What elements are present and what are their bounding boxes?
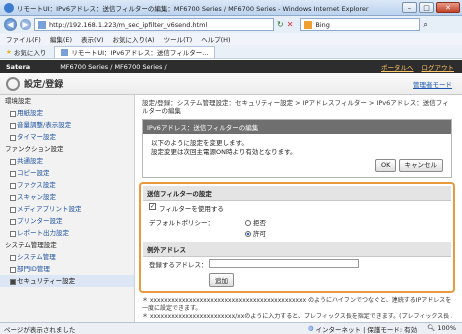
edit-box: IPv6アドレス：送信フィルターの編集 以下のように設定を変更します。 設定変更… — [142, 119, 452, 178]
forward-button[interactable]: ▶ — [20, 19, 31, 30]
zone-status[interactable]: インターネット | 保護モード: 有効 — [316, 324, 418, 334]
note-prefix: ＊ xxxxxxxxxxxxxxxxxxxxxxxx/xxのように入力すると、プ… — [142, 313, 452, 320]
sidebar-item-common[interactable]: 共通設定 — [0, 155, 134, 167]
sidebar: 環境設定 用紙設定 音量調整/表示設定 タイマー設定 ファンクション設定 共通設… — [0, 95, 135, 334]
policy-allow-option[interactable]: 許可 — [245, 228, 266, 238]
address-bar: ◀ ▶ http://192.168.1.223/m_sec_ipfilter_… — [0, 16, 462, 33]
exception-address-header: 例外アドレス — [143, 242, 451, 257]
edit-box-header: IPv6アドレス：送信フィルターの編集 — [143, 120, 451, 134]
menu-view[interactable]: 表示(V) — [81, 34, 104, 44]
refresh-icon[interactable]: ↻ — [277, 20, 284, 29]
product-name: MF6700 Series / MF6700 Series / — [60, 62, 167, 71]
note-range: ＊ xxxxxxxxxxxxxxxxxxxxxxxxxxxxxxxxxxxxxx… — [142, 297, 452, 312]
sidebar-item-volume-display[interactable]: 音量調整/表示設定 — [0, 119, 134, 131]
maximize-button[interactable]: □ — [419, 2, 434, 13]
page-title: 設定/登録 — [24, 80, 64, 90]
search-engine-label: Bing — [315, 20, 330, 29]
page-header: 設定/登録 管理者モード — [0, 73, 462, 95]
favorites-bar: ★ お気に入り リモートUI：IPv6アドレス：送信フィルター... — [0, 45, 462, 59]
menu-tools[interactable]: ツール(T) — [164, 34, 193, 44]
default-policy-label: デフォルトポリシー： — [149, 219, 214, 227]
ok-button[interactable]: OK — [375, 159, 397, 172]
admin-mode-label[interactable]: 管理者モード — [413, 79, 452, 89]
edit-message-1: 以下のように設定を変更します。 — [151, 139, 248, 147]
globe-icon: ◍ — [307, 323, 314, 332]
browser-tab[interactable]: リモートUI：IPv6アドレス：送信フィルター... — [54, 45, 216, 58]
register-address-label: 登録するアドレス： — [149, 261, 208, 269]
brand-logo: Satera — [6, 62, 31, 71]
filter-settings-panel: 送信フィルターの設定 ✓ フィルターを使用する デフォルトポリシー： 拒否 許可… — [139, 182, 455, 293]
policy-reject-radio[interactable] — [245, 220, 251, 226]
sidebar-item-security[interactable]: セキュリティー設定 — [0, 275, 134, 287]
bing-icon — [304, 20, 313, 29]
policy-allow-label: 許可 — [253, 230, 266, 238]
app-topbar: Satera MF6700 Series / MF6700 Series / ポ… — [0, 60, 462, 73]
sidebar-item-report[interactable]: レポート出力設定 — [0, 227, 134, 239]
sidebar-section-function: ファンクション設定 — [5, 145, 64, 153]
window-title: リモートUI：IPv6アドレス：送信フィルターの編集：MF6700 Series… — [17, 4, 369, 13]
policy-allow-radio[interactable] — [245, 231, 251, 237]
menu-file[interactable]: ファイル(F) — [6, 34, 41, 44]
tab-title: リモートUI：IPv6アドレス：送信フィルター... — [71, 49, 209, 57]
close-button[interactable]: ✕ — [436, 2, 460, 13]
sidebar-item-scan[interactable]: スキャン設定 — [0, 191, 134, 203]
sidebar-item-dept-id[interactable]: 部門ID管理 — [0, 263, 134, 275]
portal-link[interactable]: ポータルへ — [381, 62, 414, 72]
ie-icon — [4, 2, 14, 13]
register-address-input[interactable] — [209, 259, 359, 268]
sidebar-item-copy[interactable]: コピー設定 — [0, 167, 134, 179]
sidebar-item-paper[interactable]: 用紙設定 — [0, 107, 134, 119]
cancel-button[interactable]: キャンセル — [398, 159, 443, 172]
sidebar-item-system-admin[interactable]: システム管理 — [0, 251, 134, 263]
menu-bar: ファイル(F) 編集(E) 表示(V) お気に入り(A) ツール(T) ヘルプ(… — [0, 33, 462, 45]
policy-reject-option[interactable]: 拒否 — [245, 217, 266, 227]
gear-icon — [6, 76, 20, 91]
url-field[interactable]: http://192.168.1.223/m_sec_ipfilter_v6se… — [34, 18, 274, 31]
favorites-star-icon: ★ — [6, 47, 12, 56]
use-filter-label: フィルターを使用する — [159, 205, 224, 213]
policy-reject-label: 拒否 — [253, 219, 266, 227]
edit-message-2: 設定変更は次回主電源ON時より有効となります。 — [151, 148, 297, 156]
sidebar-section-environment: 環境設定 — [5, 97, 31, 105]
menu-favorites[interactable]: お気に入り(A) — [113, 34, 155, 44]
use-filter-checkbox[interactable]: ✓ — [149, 203, 156, 210]
sidebar-item-printer[interactable]: プリンター設定 — [0, 215, 134, 227]
sidebar-item-timer[interactable]: タイマー設定 — [0, 131, 134, 143]
logout-link[interactable]: ログアウト — [422, 62, 455, 72]
page-icon — [38, 20, 46, 29]
favorites-button[interactable]: お気に入り — [14, 47, 47, 57]
search-icon[interactable]: ⌕ — [423, 20, 427, 30]
sidebar-section-system: システム管理設定 — [5, 241, 57, 249]
add-button[interactable]: 追加 — [209, 273, 234, 287]
main-content: 設定/登録：システム管理設定：セキュリティー設定 > IPアドレスフィルター >… — [136, 95, 458, 334]
back-button[interactable]: ◀ — [4, 18, 17, 31]
breadcrumb: 設定/登録：システム管理設定：セキュリティー設定 > IPアドレスフィルター >… — [142, 99, 449, 115]
url-text: http://192.168.1.223/m_sec_ipfilter_v6se… — [49, 20, 208, 29]
status-text: ページが表示されました — [4, 325, 76, 334]
tab-page-icon — [61, 48, 69, 56]
menu-edit[interactable]: 編集(E) — [50, 34, 72, 44]
search-field[interactable]: Bing — [300, 18, 421, 31]
status-bar: ページが表示されました ◍ インターネット | 保護モード: 有効 🔍︎ 100… — [0, 322, 462, 334]
window-titlebar: リモートUI：IPv6アドレス：送信フィルターの編集：MF6700 Series… — [0, 0, 462, 16]
filter-settings-header: 送信フィルターの設定 — [143, 186, 451, 201]
minimize-button[interactable]: – — [402, 2, 417, 13]
sidebar-item-fax[interactable]: ファクス設定 — [0, 179, 134, 191]
menu-help[interactable]: ヘルプ(H) — [201, 34, 230, 44]
zoom-level[interactable]: 100% — [437, 324, 456, 334]
sidebar-item-media-print[interactable]: メディアプリント設定 — [0, 203, 134, 215]
notes: ＊ xxxxxxxxxxxxxxxxxxxxxxxxxxxxxxxxxxxxxx… — [136, 293, 458, 325]
zoom-icon: 🔍︎ — [427, 323, 436, 332]
stop-icon[interactable]: ✕ — [287, 20, 294, 29]
